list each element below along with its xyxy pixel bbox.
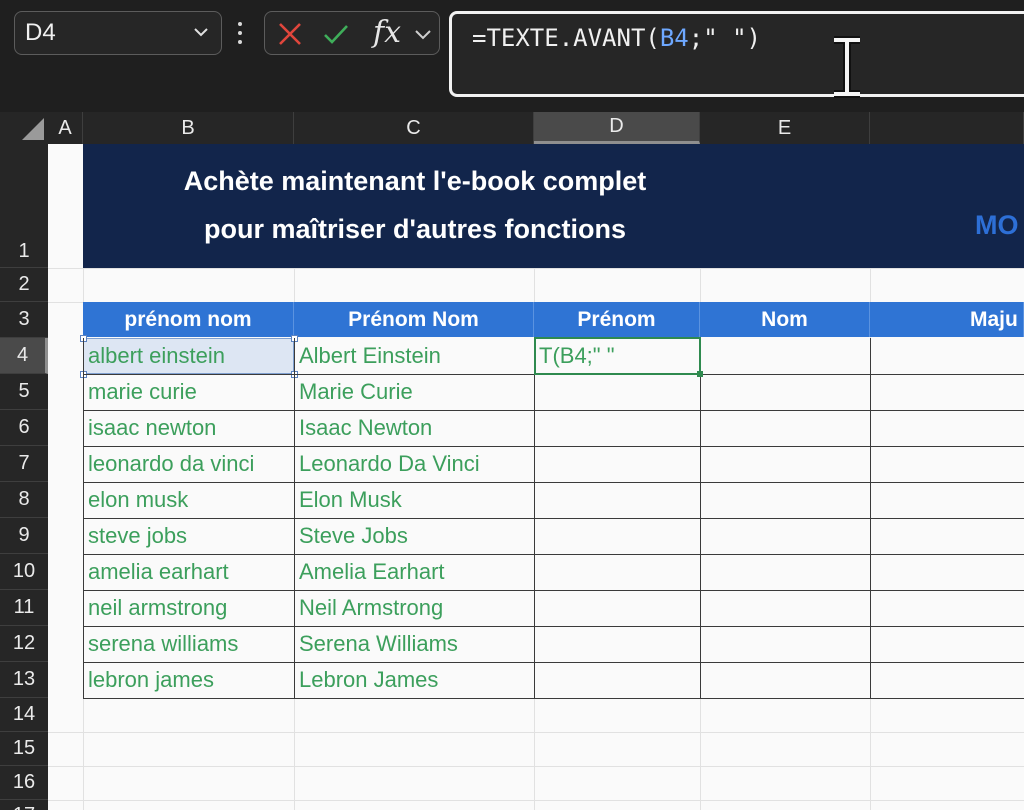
cell-c4[interactable]: Albert Einstein: [294, 338, 534, 374]
row-header-6[interactable]: 6: [0, 410, 48, 446]
row-header-3[interactable]: 3: [0, 302, 48, 338]
cell-b7[interactable]: leonardo da vinci: [83, 446, 294, 482]
cell-c13[interactable]: Lebron James: [294, 662, 534, 698]
spreadsheet-grid[interactable]: A B C D E 1 2 3 4 5 6 7 8 9 10 11 12 13 …: [0, 112, 1024, 810]
column-header-f[interactable]: [870, 112, 1024, 144]
cell-c9[interactable]: Steve Jobs: [294, 518, 534, 554]
formula-actions: fx: [264, 11, 440, 55]
active-cell-d4[interactable]: [534, 337, 701, 375]
cell-c11[interactable]: Neil Armstrong: [294, 590, 534, 626]
row-header-8[interactable]: 8: [0, 482, 48, 518]
text-cursor-icon: [834, 36, 860, 98]
cell-b4[interactable]: albert einstein: [83, 338, 294, 374]
table-header-f[interactable]: Maju: [870, 302, 1024, 337]
gridline: [48, 800, 1024, 801]
insert-function-fx-icon[interactable]: fx: [373, 15, 401, 50]
column-header-d[interactable]: D: [534, 112, 700, 144]
table-header-d[interactable]: Prénom: [534, 302, 700, 337]
banner-line-2: pour maîtriser d'autres fonctions: [204, 214, 626, 244]
promo-banner: Achète maintenant l'e-book complet pour …: [83, 144, 1024, 268]
table-border: [83, 662, 1024, 663]
gridline: [48, 268, 1024, 269]
table-border: [83, 590, 1024, 591]
cell-b8[interactable]: elon musk: [83, 482, 294, 518]
table-border: [83, 518, 1024, 519]
cell-c6[interactable]: Isaac Newton: [294, 410, 534, 446]
cell-b5[interactable]: marie curie: [83, 374, 294, 410]
table-border: [83, 482, 1024, 483]
cell-b13[interactable]: lebron james: [83, 662, 294, 698]
cell-b6[interactable]: isaac newton: [83, 410, 294, 446]
row-header-16[interactable]: 16: [0, 766, 48, 800]
cell-b9[interactable]: steve jobs: [83, 518, 294, 554]
name-box[interactable]: D4: [14, 11, 222, 55]
row-header-12[interactable]: 12: [0, 626, 48, 662]
table-header-e[interactable]: Nom: [700, 302, 870, 337]
table-border: [83, 410, 1024, 411]
table-border: [83, 446, 1024, 447]
table-border: [83, 698, 1024, 699]
cancel-icon[interactable]: [277, 21, 303, 47]
formula-bar-area: D4 fx =TEXTE.AVANT(B4;" "): [0, 0, 1024, 112]
table-border: [83, 554, 1024, 555]
gridline: [48, 732, 1024, 733]
formula-text-prefix: =TEXTE.AVANT(: [472, 24, 660, 52]
column-header-b[interactable]: B: [83, 112, 294, 144]
row-header-9[interactable]: 9: [0, 518, 48, 554]
row-header-15[interactable]: 15: [0, 732, 48, 766]
column-header-a[interactable]: A: [48, 112, 83, 144]
cell-c12[interactable]: Serena Williams: [294, 626, 534, 662]
cell-c5[interactable]: Marie Curie: [294, 374, 534, 410]
formula-text-suffix: ;" "): [688, 24, 761, 52]
column-header-e[interactable]: E: [700, 112, 870, 144]
row-header-14[interactable]: 14: [0, 698, 48, 732]
row-header-1[interactable]: 1: [0, 144, 48, 268]
confirm-check-icon[interactable]: [323, 21, 349, 47]
table-header-b[interactable]: prénom nom: [83, 302, 294, 337]
row-header-11[interactable]: 11: [0, 590, 48, 626]
row-header-17[interactable]: 17: [0, 800, 48, 810]
formula-input[interactable]: =TEXTE.AVANT(B4;" "): [449, 11, 1024, 97]
column-header-c[interactable]: C: [294, 112, 534, 144]
cell-b10[interactable]: amelia earhart: [83, 554, 294, 590]
row-header-7[interactable]: 7: [0, 446, 48, 482]
cell-c8[interactable]: Elon Musk: [294, 482, 534, 518]
more-options-icon[interactable]: [236, 22, 244, 46]
table-border: [83, 626, 1024, 627]
cell-c7[interactable]: Leonardo Da Vinci: [294, 446, 534, 482]
chevron-down-icon[interactable]: [413, 21, 433, 47]
row-header-5[interactable]: 5: [0, 374, 48, 410]
cell-b12[interactable]: serena williams: [83, 626, 294, 662]
cell-c10[interactable]: Amelia Earhart: [294, 554, 534, 590]
banner-line-1: Achète maintenant l'e-book complet: [183, 166, 647, 196]
chevron-down-icon[interactable]: [191, 22, 211, 42]
banner-side-text: MO: [975, 210, 1019, 240]
formula-cell-reference: B4: [659, 24, 689, 52]
row-header-13[interactable]: 13: [0, 662, 48, 698]
row-header-4[interactable]: 4: [0, 338, 48, 374]
gridline: [48, 766, 1024, 767]
row-header-10[interactable]: 10: [0, 554, 48, 590]
name-box-value: D4: [25, 19, 56, 46]
fill-handle[interactable]: [697, 371, 703, 377]
row-header-2[interactable]: 2: [0, 268, 48, 302]
select-all-triangle-icon: [22, 118, 44, 140]
cell-b11[interactable]: neil armstrong: [83, 590, 294, 626]
select-all-corner[interactable]: [0, 112, 48, 144]
table-header-c[interactable]: Prénom Nom: [294, 302, 534, 337]
